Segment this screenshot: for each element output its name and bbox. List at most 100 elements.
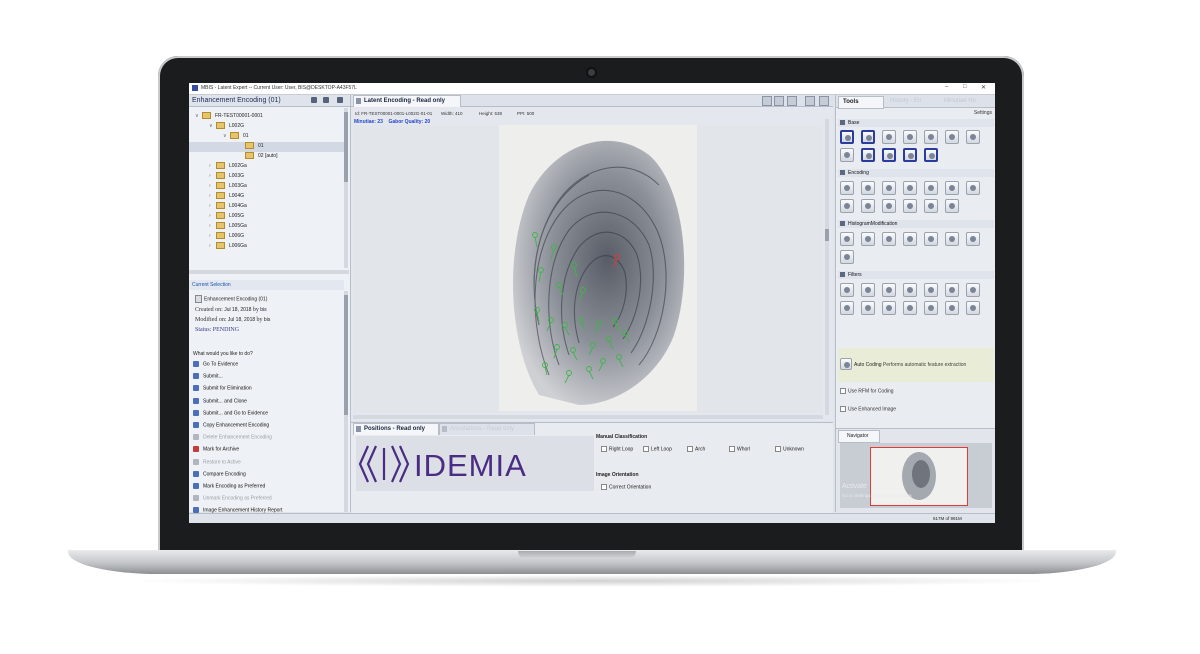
tool-button[interactable] xyxy=(882,301,896,315)
pin-icon[interactable] xyxy=(323,97,329,103)
checkbox-icon[interactable] xyxy=(729,446,735,452)
tool-button[interactable] xyxy=(861,232,875,246)
tool-button[interactable] xyxy=(840,250,854,264)
tool-button[interactable] xyxy=(924,301,938,315)
fit-icon[interactable] xyxy=(805,96,815,106)
tree-arrow-icon[interactable]: ∨ xyxy=(209,123,216,129)
tool-button[interactable] xyxy=(924,232,938,246)
tree-arrow-icon[interactable]: › xyxy=(209,233,216,239)
tool-button[interactable] xyxy=(966,130,980,144)
tree-item[interactable]: › L003G xyxy=(209,172,244,182)
tool-button[interactable] xyxy=(903,301,917,315)
checkbox-icon[interactable] xyxy=(775,446,781,452)
tool-button[interactable] xyxy=(861,181,875,195)
settings-link[interactable]: Settings xyxy=(974,110,992,116)
tool-button[interactable] xyxy=(945,301,959,315)
tool-button[interactable] xyxy=(924,283,938,297)
action-item[interactable]: Submit for Elimination xyxy=(193,385,252,395)
tool-button[interactable] xyxy=(840,130,854,144)
action-item[interactable]: Mark for Archive xyxy=(193,446,239,456)
tab-positions[interactable]: Positions - Read only xyxy=(353,423,439,435)
tree-item[interactable]: › L006G xyxy=(209,232,244,242)
tool-button[interactable] xyxy=(924,130,938,144)
tool-button[interactable] xyxy=(840,181,854,195)
navigator-thumbnail[interactable]: Activate Go to Settings to activate Wind… xyxy=(840,443,992,508)
tree-item[interactable]: › L006Ga xyxy=(209,242,247,252)
refresh-icon[interactable] xyxy=(819,96,829,106)
tree-arrow-icon[interactable]: › xyxy=(209,173,216,179)
class-arch[interactable]: Arch xyxy=(687,446,705,452)
tool-button[interactable] xyxy=(945,232,959,246)
class-right-loop[interactable]: Right Loop xyxy=(601,446,633,452)
tree-arrow-icon[interactable]: ∨ xyxy=(223,133,230,139)
tool-button[interactable] xyxy=(840,301,854,315)
maximize-button[interactable]: □ xyxy=(963,84,967,90)
correct-orientation[interactable]: Correct Orientation xyxy=(601,484,651,490)
image-viewport[interactable] xyxy=(353,125,823,413)
tool-button[interactable] xyxy=(966,301,980,315)
tree-arrow-icon[interactable]: › xyxy=(209,163,216,169)
tool-button[interactable] xyxy=(882,199,896,213)
action-item[interactable]: Submit... xyxy=(193,373,223,383)
tool-button[interactable] xyxy=(903,181,917,195)
checkbox-icon[interactable] xyxy=(840,406,846,412)
tool-button[interactable] xyxy=(882,181,896,195)
scrollbar-thumb[interactable] xyxy=(344,112,348,182)
tool-button[interactable] xyxy=(924,199,938,213)
tool-button[interactable] xyxy=(840,148,854,162)
tree-arrow-icon[interactable]: › xyxy=(209,213,216,219)
checkbox-icon[interactable] xyxy=(687,446,693,452)
checkbox-icon[interactable] xyxy=(840,388,846,394)
tree-arrow-icon[interactable]: › xyxy=(209,223,216,229)
tab-navigator[interactable]: Navigator xyxy=(838,430,880,443)
tab-minutiae[interactable]: Minutiae Ho xyxy=(940,96,994,107)
tool-button[interactable] xyxy=(861,148,875,162)
tool-button[interactable] xyxy=(945,199,959,213)
tree-item[interactable]: ∨ L002G xyxy=(209,122,244,132)
tree-arrow-icon[interactable]: › xyxy=(209,203,216,209)
tab-tools[interactable]: Tools xyxy=(838,96,884,109)
tree-item-selected[interactable]: 01 xyxy=(189,142,344,152)
class-unknown[interactable]: Unknown xyxy=(775,446,804,452)
tool-button[interactable] xyxy=(861,283,875,297)
tree-item[interactable]: › L005Ga xyxy=(209,222,247,232)
tree-arrow-icon[interactable]: › xyxy=(209,183,216,189)
tool-button[interactable] xyxy=(903,283,917,297)
scrollbar-thumb[interactable] xyxy=(344,295,348,415)
actions-scrollbar[interactable] xyxy=(344,291,348,512)
class-left-loop[interactable]: Left Loop xyxy=(643,446,672,452)
tree-scrollbar[interactable] xyxy=(344,108,348,268)
tab-annotations[interactable]: Annotations - Read only xyxy=(439,423,535,435)
tool-button[interactable] xyxy=(882,130,896,144)
tree-item[interactable]: ∨ FR-TEST00001-0001 xyxy=(195,112,263,122)
select-tool-icon[interactable] xyxy=(762,96,772,106)
action-item[interactable]: Submit... and Go to Evidence xyxy=(193,409,268,420)
checkbox-icon[interactable] xyxy=(643,446,649,452)
tree-arrow-icon[interactable]: ∨ xyxy=(195,113,202,119)
tree-hscrollbar[interactable] xyxy=(189,270,349,274)
minimize-button[interactable]: – xyxy=(945,84,948,90)
tree-item[interactable]: › L004Ga xyxy=(209,202,247,212)
tree-arrow-icon[interactable]: › xyxy=(209,243,216,249)
action-item[interactable]: Mark Encoding as Preferred xyxy=(193,483,265,493)
tree-arrow-icon[interactable]: › xyxy=(209,193,216,199)
action-item[interactable]: Compare Encoding xyxy=(193,470,246,481)
image-vscrollbar[interactable] xyxy=(825,119,829,415)
close-button[interactable]: ✕ xyxy=(981,84,986,91)
tool-button[interactable] xyxy=(861,130,875,144)
tool-button[interactable] xyxy=(840,283,854,297)
tree-item[interactable]: 02 [auto] xyxy=(245,152,277,162)
tree-item[interactable]: › L002Ga xyxy=(209,162,247,172)
action-item[interactable]: Go To Evidence xyxy=(193,361,238,371)
tool-button[interactable] xyxy=(861,301,875,315)
monitor-icon[interactable] xyxy=(787,96,797,106)
tool-button[interactable] xyxy=(966,283,980,297)
save-icon[interactable] xyxy=(311,97,317,103)
zoom-icon[interactable] xyxy=(774,96,784,106)
tool-button[interactable] xyxy=(966,181,980,195)
action-item[interactable]: Copy Enhancement Encoding xyxy=(193,422,269,432)
tab-latent-encoding[interactable]: Latent Encoding - Read only xyxy=(353,95,461,107)
tool-button[interactable] xyxy=(924,148,938,162)
tool-button[interactable] xyxy=(882,283,896,297)
tool-button[interactable] xyxy=(903,148,917,162)
